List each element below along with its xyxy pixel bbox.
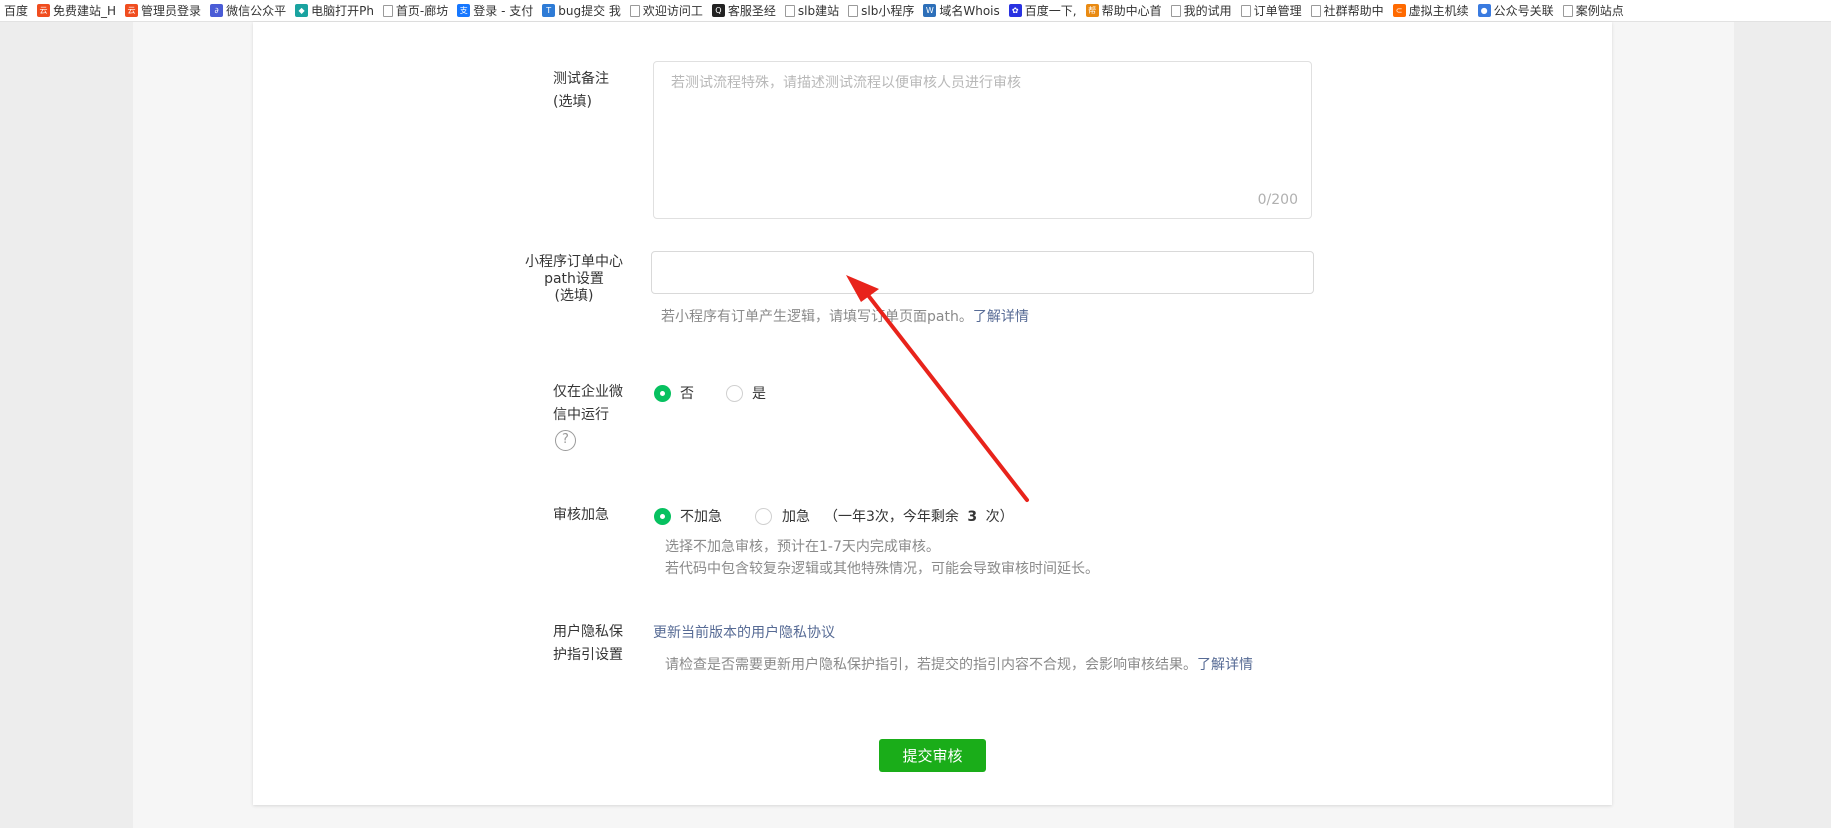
test-notes-placeholder: 若测试流程特殊，请描述测试流程以便审核人员进行审核	[671, 75, 1021, 91]
expedite-hint-2: 若代码中包含较复杂逻辑或其他特殊情况，可能会导致审核时间延长。	[665, 561, 1099, 577]
bookmark-label: 案例站点	[1575, 4, 1624, 18]
site-logo-icon: 云	[125, 4, 139, 17]
help-icon[interactable]: ?	[555, 430, 576, 451]
expedite-quota-value: 3	[967, 509, 978, 525]
wechat-link-icon: ∂	[210, 4, 224, 17]
bookmark-item[interactable]: ✿ 百度一下,	[1005, 0, 1082, 21]
bookmark-item[interactable]: 我的试用	[1167, 0, 1237, 21]
expedite-quota: （一年3次，今年剩余 3 次）	[824, 509, 1014, 525]
bookmark-label: 帮助中心首	[1101, 4, 1162, 18]
bookmark-item[interactable]: 百度	[0, 0, 33, 21]
test-notes-textarea[interactable]: 若测试流程特殊，请描述测试流程以便审核人员进行审核 0/200	[653, 61, 1312, 219]
bookmark-item[interactable]: ● 公众号关联	[1474, 0, 1559, 21]
bookmark-item[interactable]: 首页-廊坊	[379, 0, 453, 21]
bookmark-label: 微信公众平	[226, 4, 287, 18]
bookmark-item[interactable]: 帮帮助中心首	[1082, 0, 1167, 21]
bookmark-label: 客服圣经	[727, 4, 776, 18]
privacy-learn-more-link[interactable]: 了解详情	[1197, 657, 1253, 673]
bookmark-label: 百度	[4, 4, 29, 18]
update-privacy-link[interactable]: 更新当前版本的用户隐私协议	[653, 622, 835, 644]
test-notes-counter: 0/200	[1257, 192, 1298, 208]
bookmark-item[interactable]: 支登录 - 支付	[453, 0, 538, 21]
bookmark-item[interactable]: 社群帮助中	[1307, 0, 1389, 21]
bookmark-item[interactable]: 云免费建站_H	[33, 0, 121, 21]
bookmark-label: 域名Whois	[939, 4, 1000, 18]
bookmark-label: 免费建站_H	[53, 4, 117, 18]
expedite-yes-radio[interactable]	[755, 508, 772, 525]
expedite-no-label: 不加急	[680, 509, 722, 525]
order-path-learn-more-link[interactable]: 了解详情	[973, 309, 1029, 325]
alipay-icon: 支	[457, 4, 471, 17]
page-icon	[1310, 4, 1321, 17]
chrome-icon: ●	[1477, 4, 1491, 17]
bookmark-label: 我的试用	[1183, 4, 1232, 18]
qq-icon: Q	[711, 4, 725, 17]
bookmark-label: slb建站	[797, 4, 840, 18]
page-icon	[1170, 4, 1181, 17]
bookmark-item[interactable]: ∂ 微信公众平	[206, 0, 291, 21]
page-icon	[848, 4, 859, 17]
bookmarks-bar: 百度云免费建站_H 云管理员登录 ∂ 微信公众平 ◆ 电脑打开Ph 首页-廊坊支登录 - 支…	[0, 0, 1831, 22]
wecom-only-yes-radio[interactable]	[726, 385, 743, 402]
bookmark-label: 订单管理	[1253, 4, 1302, 18]
page-icon	[629, 4, 640, 17]
order-path-input[interactable]	[651, 251, 1314, 294]
order-path-label: 小程序订单中心 path设置 (选填)	[525, 254, 623, 304]
order-path-hint: 若小程序有订单产生逻辑，请填写订单页面path。了解详情	[661, 309, 1029, 325]
bookmark-label: 虚拟主机续	[1408, 4, 1469, 18]
bookmark-label: 首页-廊坊	[395, 4, 449, 18]
bookmark-item[interactable]: slb建站	[781, 0, 844, 21]
bookmark-label: 公众号关联	[1493, 4, 1554, 18]
expedite-yes-label: 加急	[782, 509, 810, 525]
bookmark-label: 管理员登录	[141, 4, 202, 18]
privacy-label: 用户隐私保 护指引设置	[553, 624, 623, 663]
bookmark-item[interactable]: 云管理员登录	[121, 0, 206, 21]
bookmark-label: 登录 - 支付	[473, 4, 534, 18]
page-icon	[784, 4, 795, 17]
expedite-no-radio[interactable]	[654, 508, 671, 525]
bookmark-label: 欢迎访问工	[642, 4, 703, 18]
page-icon	[1562, 4, 1573, 17]
wecom-only-yes-label: 是	[752, 386, 766, 402]
bookmark-item[interactable]: W 域名Whois	[919, 0, 1004, 21]
expedite-hint-1: 选择不加急审核，预计在1-7天内完成审核。	[665, 539, 940, 555]
bookmark-item[interactable]: Tbug提交 我	[538, 0, 626, 21]
aliyun-icon: ⊂	[1392, 4, 1406, 17]
bookmark-label: 电脑打开Ph	[311, 4, 374, 18]
bookmark-item[interactable]: 欢迎访问工	[626, 0, 708, 21]
baidu-paw-icon: ✿	[1008, 4, 1022, 17]
test-notes-label: 测试备注 (选填)	[553, 71, 609, 110]
wecom-only-label: 仅在企业微 信中运行	[553, 384, 623, 423]
submit-review-button[interactable]: 提交审核	[879, 739, 986, 772]
wecom-only-no-radio[interactable]	[654, 385, 671, 402]
bookmark-item[interactable]: slb小程序	[844, 0, 919, 21]
diamond-icon: ◆	[295, 4, 309, 17]
bookmark-item[interactable]: Q 客服圣经	[708, 0, 781, 21]
bookmark-label: 社群帮助中	[1323, 4, 1384, 18]
whois-icon: W	[923, 4, 937, 17]
bookmark-item[interactable]: ⊂ 虚拟主机续	[1389, 0, 1474, 21]
help-center-icon: 帮	[1085, 4, 1099, 17]
bookmark-item[interactable]: 案例站点	[1559, 0, 1629, 21]
wecom-only-no-label: 否	[680, 386, 694, 402]
privacy-hint: 请检查是否需要更新用户隐私保护指引，若提交的指引内容不合规，会影响审核结果。了解…	[665, 657, 1253, 673]
expedite-label: 审核加急	[553, 507, 609, 523]
bookmark-label: slb小程序	[861, 4, 915, 18]
tower-icon: T	[542, 4, 556, 17]
page-icon	[1240, 4, 1251, 17]
site-logo-icon: 云	[37, 4, 51, 17]
bookmark-label: bug提交 我	[558, 4, 621, 18]
page-icon	[382, 4, 393, 17]
bookmark-label: 百度一下,	[1024, 4, 1077, 18]
bookmark-item[interactable]: 订单管理	[1237, 0, 1307, 21]
bookmark-item[interactable]: ◆ 电脑打开Ph	[291, 0, 379, 21]
